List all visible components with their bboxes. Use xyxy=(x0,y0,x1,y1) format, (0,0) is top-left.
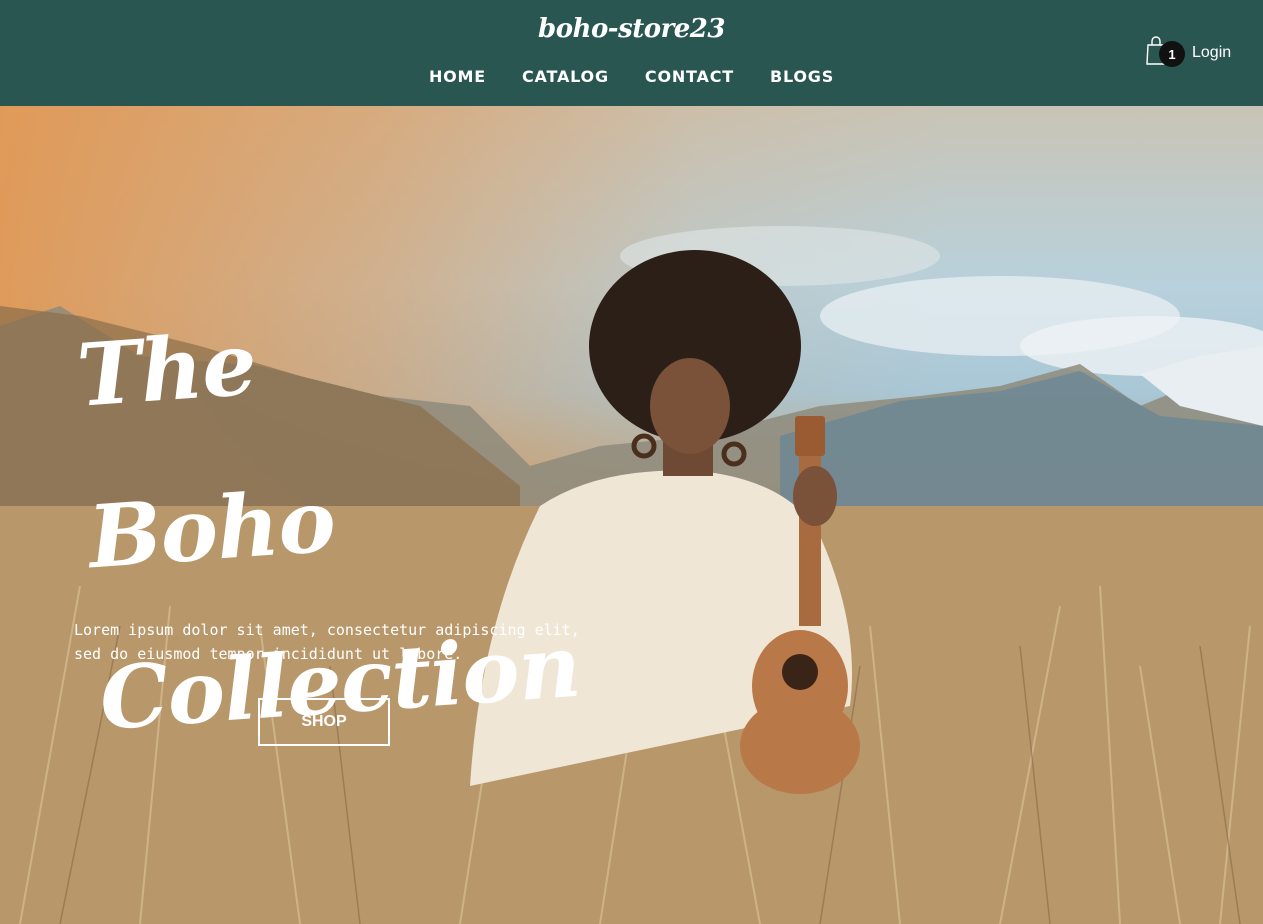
nav-catalog[interactable]: CATALOG xyxy=(522,67,609,87)
shop-button[interactable]: SHOP xyxy=(258,698,390,746)
login-link[interactable]: Login xyxy=(1192,44,1231,62)
site-logo[interactable]: boho-store23 xyxy=(0,14,1263,44)
hero-title-line-1: The Boho xyxy=(74,313,338,589)
hero-section: The Boho Collection Lorem ipsum dolor si… xyxy=(0,106,1263,924)
cart-count-badge: 1 xyxy=(1159,41,1185,67)
nav-blogs[interactable]: BLOGS xyxy=(770,67,834,87)
nav-contact[interactable]: CONTACT xyxy=(645,67,734,87)
main-nav: HOME CATALOG CONTACT BLOGS xyxy=(0,67,1263,87)
hero-description: Lorem ipsum dolor sit amet, consectetur … xyxy=(74,621,580,663)
nav-home[interactable]: HOME xyxy=(429,67,486,87)
site-header: boho-store23 HOME CATALOG CONTACT BLOGS … xyxy=(0,0,1263,106)
